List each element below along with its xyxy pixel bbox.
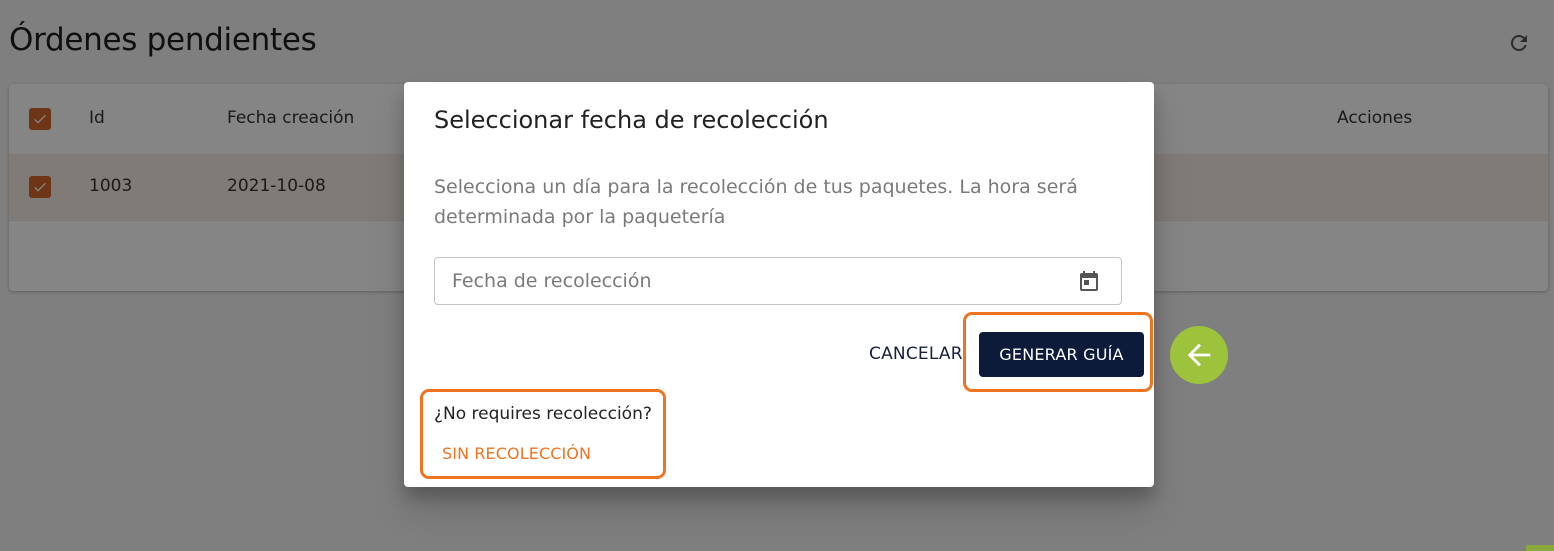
no-pickup-button[interactable]: SIN RECOLECCIÓN — [442, 444, 591, 463]
cancel-button[interactable]: CANCELAR — [869, 344, 963, 364]
no-pickup-highlight-box — [420, 389, 666, 479]
no-pickup-question: ¿No requires recolección? — [434, 404, 652, 424]
calendar-icon[interactable] — [1077, 269, 1101, 293]
dialog-description: Selecciona un día para la recolección de… — [434, 176, 1078, 228]
generate-guide-button[interactable]: GENERAR GUÍA — [979, 332, 1144, 377]
corner-decoration — [1526, 545, 1554, 551]
pickup-date-field — [434, 257, 1122, 305]
dialog-title: Seleccionar fecha de recolección — [434, 106, 829, 134]
tutorial-pointer — [1170, 326, 1228, 384]
arrow-left-icon — [1187, 343, 1211, 367]
pickup-date-dialog: Seleccionar fecha de recolección Selecci… — [404, 82, 1154, 487]
pickup-date-input[interactable] — [435, 258, 1072, 304]
